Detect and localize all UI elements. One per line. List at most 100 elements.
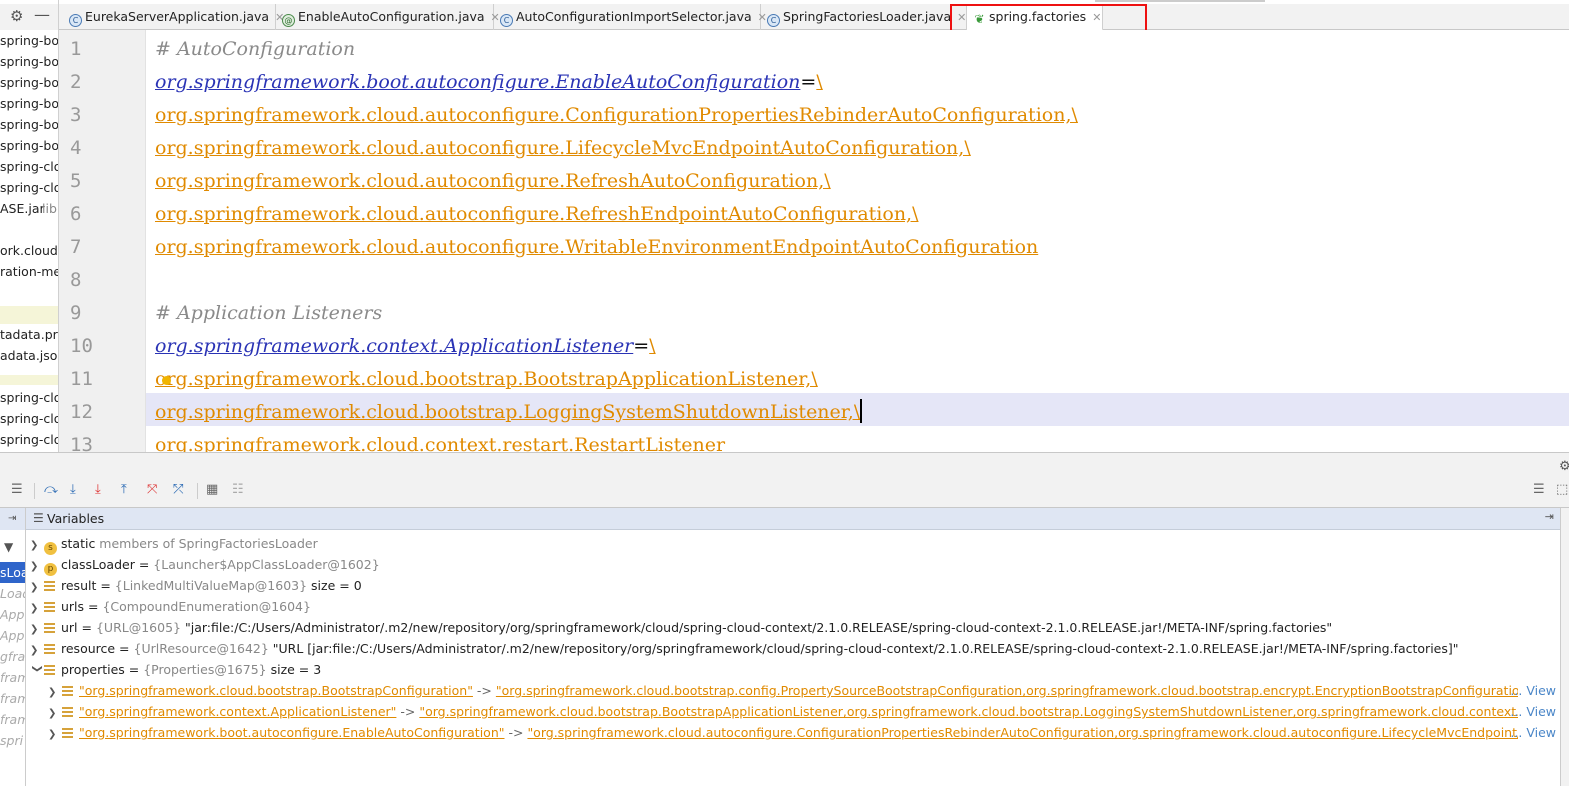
frame-item[interactable]: App: [0, 625, 25, 646]
project-tree-item[interactable]: spring-boo: [0, 93, 58, 114]
project-tree-item[interactable]: spring-boo: [0, 72, 58, 93]
project-tree-item[interactable]: spring-boo: [0, 30, 58, 51]
line-number: 6: [70, 203, 82, 225]
chevron-right-icon[interactable]: ❯: [30, 535, 44, 556]
code-line[interactable]: org.springframework.cloud.autoconfigure.…: [155, 198, 919, 231]
equals-sign: =: [800, 71, 817, 93]
line-number: 10: [70, 335, 93, 357]
tab-label: AutoConfigurationImportSelector.java: [516, 9, 752, 24]
variable-row-expanded[interactable]: ❯ properties = {Properties@1675} size = 3: [30, 659, 322, 680]
project-tree-item[interactable]: spring-clo: [0, 177, 58, 198]
chevron-right-icon[interactable]: ❯: [48, 682, 62, 701]
trace-stream-icon[interactable]: ☷: [232, 482, 244, 497]
code-line[interactable]: org.springframework.cloud.autoconfigure.…: [155, 165, 831, 198]
class-icon: C: [767, 14, 780, 27]
tab-enable-auto-configuration[interactable]: @ EnableAutoConfiguration.java ✕: [276, 4, 500, 30]
variable-type: {Properties@1675}: [143, 662, 267, 677]
entry-view-link[interactable]: ... View: [1510, 701, 1556, 722]
drop-frame-icon[interactable]: ⤧: [147, 482, 157, 497]
toolbar-separator: [34, 483, 35, 499]
tab-eureka-server-application[interactable]: C EurekaServerApplication.java ✕: [63, 4, 284, 30]
frames-layout-icon[interactable]: ☰: [11, 482, 23, 497]
project-tree-item[interactable]: spring-boo: [0, 51, 58, 72]
chevron-right-icon[interactable]: ❯: [30, 619, 44, 640]
variable-row[interactable]: ❯ urls = {CompoundEnumeration@1604}: [30, 596, 311, 617]
frame-item[interactable]: fram: [0, 709, 25, 730]
code-line[interactable]: org.springframework.boot.autoconfigure.E…: [155, 66, 823, 99]
chevron-right-icon[interactable]: ❯: [48, 724, 62, 743]
project-tree-item[interactable]: spring-clo: [0, 156, 58, 177]
code-line[interactable]: org.springframework.cloud.bootstrap.Boot…: [155, 363, 818, 396]
chevron-right-icon[interactable]: ❯: [30, 577, 44, 598]
restore-layout-icon[interactable]: ⬚: [1556, 482, 1568, 497]
code-line[interactable]: org.springframework.cloud.context.restar…: [155, 429, 725, 452]
entry-ellipsis: ...: [1510, 683, 1523, 698]
frame-item[interactable]: Load: [0, 583, 25, 604]
project-tree-item[interactable]: adata.json: [0, 345, 58, 366]
frame-item[interactable]: gfra: [0, 646, 25, 667]
pin-icon[interactable]: ⇥: [8, 513, 16, 524]
step-out-icon[interactable]: ⤒: [121, 482, 127, 497]
property-value: org.springframework.cloud.autoconfigure.…: [155, 104, 1078, 126]
run-to-cursor-icon[interactable]: ⤱: [173, 482, 183, 497]
variable-row[interactable]: ❯ result = {LinkedMultiValueMap@1603} siz…: [30, 575, 362, 596]
gear-icon[interactable]: ⚙: [10, 7, 23, 25]
tab-spring-factories-loader[interactable]: C SpringFactoriesLoader.java ✕: [761, 4, 967, 30]
variables-icon: ☰: [33, 511, 44, 525]
code-editor[interactable]: # AutoConfiguration org.springframework.…: [146, 30, 1569, 452]
variable-equals: =: [84, 599, 103, 614]
chevron-right-icon[interactable]: ❯: [48, 703, 62, 722]
variable-name: urls: [61, 599, 85, 614]
frame-item[interactable]: sLoa: [0, 562, 25, 583]
evaluate-expression-icon[interactable]: ▦: [206, 482, 218, 497]
variable-row[interactable]: ❯ s static members of SpringFactoriesLoade…: [30, 533, 318, 556]
project-tree-item[interactable]: tadata.pro: [0, 324, 58, 345]
line-number: 5: [70, 170, 82, 192]
variable-type: {LinkedMultiValueMap@1603}: [114, 578, 308, 593]
entry-view-link[interactable]: ... View: [1510, 722, 1556, 743]
project-tree-item[interactable]: spring-clo: [0, 429, 58, 450]
variable-row[interactable]: ❯ resource = {UrlResource@1642} "URL [jar…: [30, 638, 1459, 659]
project-tree-item[interactable]: ration-me: [0, 261, 58, 282]
variable-equals: =: [124, 662, 144, 677]
variable-row[interactable]: ❯ url = {URL@1605} "jar:file:/C:/Users/Ad…: [30, 617, 1332, 638]
code-line[interactable]: org.springframework.cloud.autoconfigure.…: [155, 132, 971, 165]
frame-item[interactable]: spri: [0, 730, 25, 751]
force-step-into-icon[interactable]: ⤓: [95, 482, 101, 497]
code-line[interactable]: org.springframework.cloud.autoconfigure.…: [155, 231, 1038, 264]
filter-icon[interactable]: ▼: [4, 540, 13, 554]
gear-icon[interactable]: ⚙: [1559, 459, 1569, 474]
code-line-current[interactable]: org.springframework.cloud.bootstrap.Logg…: [155, 396, 863, 429]
map-entry-row[interactable]: ❯ "org.springframework.boot.autoconfigure…: [48, 722, 1518, 743]
property-key: org.springframework.boot.autoconfigure.E…: [155, 71, 801, 93]
variable-row[interactable]: ❯ p classLoader = {Launcher$AppClassLoader…: [30, 554, 380, 577]
property-key: org.springframework.context.ApplicationL…: [155, 335, 634, 357]
project-tree-item[interactable]: ork.cloud.s: [0, 240, 58, 261]
code-line-comment[interactable]: # Application Listeners: [155, 297, 382, 330]
map-entry-row[interactable]: ❯ "org.springframework.cloud.bootstrap.Bo…: [48, 680, 1518, 701]
chevron-right-icon[interactable]: ❯: [30, 598, 44, 619]
chevron-right-icon[interactable]: ❯: [30, 640, 44, 661]
tab-auto-configuration-import-selector[interactable]: C AutoConfigurationImportSelector.java ✕: [494, 4, 767, 30]
lightbulb-icon[interactable]: [162, 376, 171, 385]
project-tree-item[interactable]: ASE.jar: [0, 198, 45, 219]
code-line[interactable]: org.springframework.context.ApplicationL…: [155, 330, 656, 363]
pin-icon[interactable]: ⇥: [1545, 510, 1554, 523]
map-entry-row[interactable]: ❯ "org.springframework.context.Applicatio…: [48, 701, 1518, 722]
frame-item[interactable]: App: [0, 604, 25, 625]
variable-type: {UrlResource@1642}: [133, 641, 269, 656]
frame-item[interactable]: fram: [0, 667, 25, 688]
layout-settings-icon[interactable]: ☰: [1533, 482, 1545, 497]
project-tree-item[interactable]: spring-clo: [0, 387, 58, 408]
project-tree-item[interactable]: spring-boo: [0, 135, 58, 156]
step-over-icon[interactable]: ⤼: [44, 482, 58, 497]
project-tree-item[interactable]: spring-clo: [0, 408, 58, 429]
step-into-icon[interactable]: ⤓: [70, 482, 76, 497]
collapse-icon[interactable]: —: [34, 5, 50, 24]
entry-view-link[interactable]: ... View: [1510, 680, 1556, 701]
code-line[interactable]: org.springframework.cloud.autoconfigure.…: [155, 99, 1078, 132]
chevron-right-icon[interactable]: ❯: [30, 556, 44, 577]
code-line-comment[interactable]: # AutoConfiguration: [155, 33, 355, 66]
project-tree-item[interactable]: spring-boo: [0, 114, 58, 135]
frame-item[interactable]: fram: [0, 688, 25, 709]
